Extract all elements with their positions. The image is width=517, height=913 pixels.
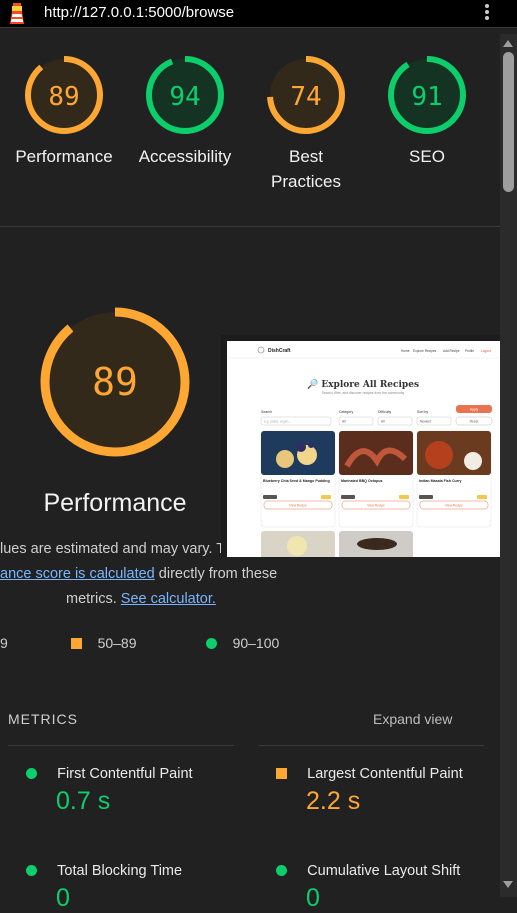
legend-average: 50–89 bbox=[71, 635, 137, 651]
metric-name: Cumulative Layout Shift bbox=[307, 863, 461, 879]
pass-circle-icon bbox=[26, 865, 37, 876]
gauge-seo[interactable]: 91 SEO bbox=[367, 54, 487, 169]
lighthouse-logo-icon bbox=[10, 3, 24, 24]
thumb-nav-explore: Explore Recipes bbox=[413, 349, 437, 353]
performance-title: Performance bbox=[43, 489, 187, 517]
thumb-brand: DishCraft bbox=[268, 348, 291, 354]
more-menu-icon[interactable] bbox=[481, 2, 493, 26]
gauge-label: Performance bbox=[15, 147, 113, 166]
metrics-heading: METRICS bbox=[8, 711, 78, 727]
metric-lcp: Largest Contentful Paint 2.2 s bbox=[276, 766, 463, 816]
legend-pass: 90–100 bbox=[206, 635, 279, 651]
gauge-performance[interactable]: 89 Performance bbox=[4, 54, 124, 169]
metrics-divider bbox=[259, 745, 484, 746]
section-divider bbox=[0, 226, 500, 227]
thumb-search-label: Search bbox=[261, 410, 272, 414]
pass-circle-icon bbox=[276, 865, 287, 876]
scroll-up-arrow-icon[interactable] bbox=[503, 40, 513, 47]
scrollbar-thumb[interactable] bbox=[503, 52, 514, 192]
thumb-subheading: Search, filter, and discover recipes fro… bbox=[322, 391, 405, 395]
see-calculator-link[interactable]: See calculator. bbox=[121, 591, 216, 607]
gauge-best-practices[interactable]: 74 Best Practices bbox=[246, 54, 366, 194]
estimate-note-line2: ance score is calculated directly from t… bbox=[0, 566, 278, 582]
thumb-nav-add: Add Recipe bbox=[443, 349, 460, 353]
gauge-ring: 89 bbox=[25, 56, 103, 134]
thumb-nav-profile: Profile bbox=[465, 349, 474, 353]
thumb-card-title: Indian Masala Fish Curry bbox=[419, 479, 462, 483]
average-square-icon bbox=[276, 768, 287, 779]
thumb-nav-home: Home bbox=[401, 349, 410, 353]
expand-view-toggle[interactable]: Expand view bbox=[373, 711, 452, 727]
thumb-category-label: Category bbox=[339, 410, 353, 414]
gauge-ring: 94 bbox=[146, 56, 224, 134]
thumb-sort-value: Newest bbox=[420, 420, 431, 424]
thumb-card-button: View Recipe bbox=[289, 504, 307, 508]
metric-value: 0.7 s bbox=[56, 787, 111, 815]
performance-score: 89 bbox=[92, 360, 138, 404]
metric-fcp: First Contentful Paint 0.7 s bbox=[26, 766, 193, 816]
metric-value: 0 bbox=[306, 884, 320, 912]
score-gauges: 89 Performance 94 Accessibility 74 Best … bbox=[0, 54, 500, 214]
metric-value: 2.2 s bbox=[306, 787, 361, 815]
thumb-reset: Reset bbox=[470, 420, 479, 424]
gauge-score: 74 bbox=[290, 82, 321, 112]
thumb-card-title: Marinated BBQ Octopus bbox=[341, 479, 383, 483]
scroll-down-arrow-icon[interactable] bbox=[503, 881, 513, 888]
thumb-search-placeholder: e.g. pasta, vegan... bbox=[264, 420, 291, 424]
thumb-heading: 🔎 Explore All Recipes bbox=[307, 378, 419, 390]
thumb-card-button: View Recipe bbox=[445, 504, 463, 508]
pass-circle-icon bbox=[206, 638, 217, 649]
thumb-apply: Apply bbox=[470, 408, 479, 412]
gauge-label: SEO bbox=[409, 147, 445, 166]
metric-cls: Cumulative Layout Shift 0 bbox=[276, 863, 460, 913]
metric-tbt: Total Blocking Time 0 bbox=[26, 863, 182, 913]
metrics-divider bbox=[8, 745, 234, 746]
metric-name: Largest Contentful Paint bbox=[307, 766, 463, 782]
scrollbar[interactable] bbox=[500, 34, 517, 897]
gauge-score: 94 bbox=[169, 82, 200, 112]
metric-value: 0 bbox=[56, 884, 70, 912]
legend-fail: 9 bbox=[0, 635, 8, 651]
thumb-sort-label: Sort by bbox=[417, 410, 428, 414]
final-screenshot[interactable]: DishCraft Home Explore Recipes Add Recip… bbox=[221, 335, 500, 557]
screenshot-page: DishCraft Home Explore Recipes Add Recip… bbox=[227, 341, 500, 557]
thumb-nav-logout: Logout bbox=[481, 349, 491, 353]
thumb-category-value: All bbox=[342, 420, 346, 424]
average-square-icon bbox=[71, 638, 82, 649]
metric-name: First Contentful Paint bbox=[57, 766, 193, 782]
gauge-score: 89 bbox=[48, 82, 79, 112]
thumb-difficulty-value: All bbox=[381, 420, 385, 424]
metric-name: Total Blocking Time bbox=[57, 863, 183, 879]
address-bar: http://127.0.0.1:5000/browse bbox=[0, 0, 517, 28]
thumb-difficulty-label: Difficulty bbox=[378, 410, 391, 414]
estimate-note-line1: lues are estimated and may vary. T bbox=[0, 541, 226, 557]
gauge-accessibility[interactable]: 94 Accessibility bbox=[125, 54, 245, 169]
gauge-ring: 74 bbox=[267, 56, 345, 134]
pass-circle-icon bbox=[26, 768, 37, 779]
performance-gauge-large: 89 bbox=[40, 307, 190, 457]
score-calculated-link[interactable]: ance score is calculated bbox=[0, 566, 155, 582]
thumb-card-button: View Recipe bbox=[367, 504, 385, 508]
gauge-label: Best Practices bbox=[271, 147, 341, 191]
thumb-card-title: Blueberry Chia Seed & Mango Pudding bbox=[263, 479, 330, 483]
gauge-ring: 91 bbox=[388, 56, 466, 134]
gauge-label: Accessibility bbox=[138, 147, 232, 166]
estimate-note-line3: metrics. See calculator. bbox=[66, 591, 216, 607]
gauge-score: 91 bbox=[411, 82, 442, 112]
url-text[interactable]: http://127.0.0.1:5000/browse bbox=[44, 4, 234, 21]
